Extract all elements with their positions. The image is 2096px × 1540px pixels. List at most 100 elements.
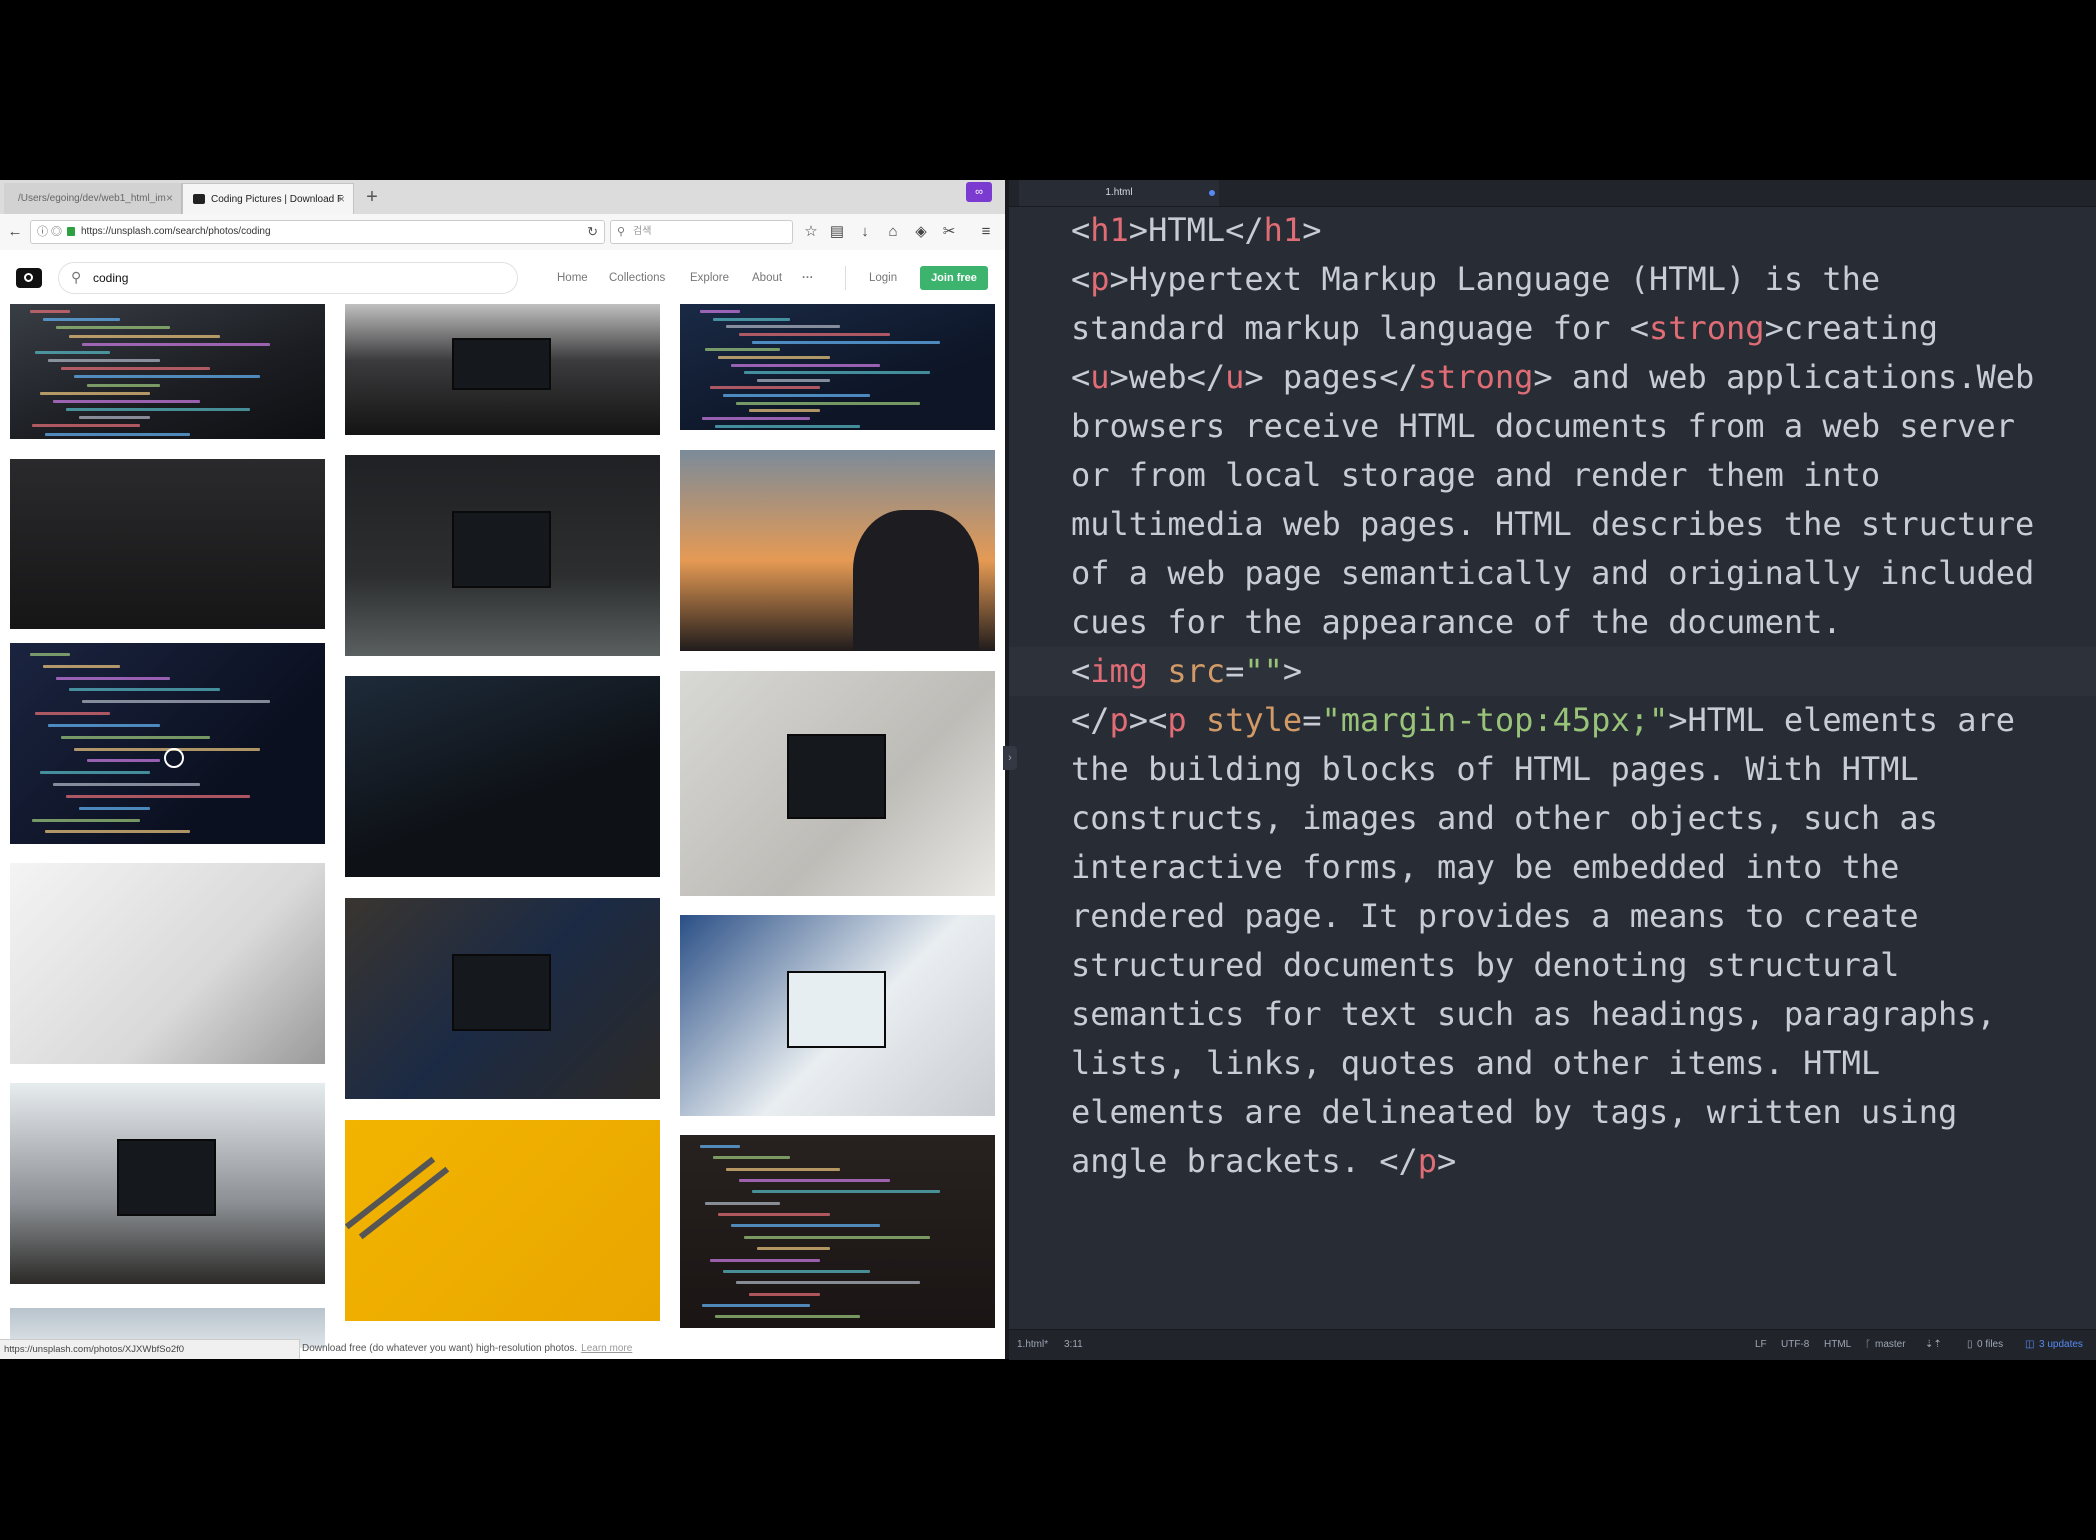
- reader-icon[interactable]: ▤: [826, 220, 848, 244]
- login-link[interactable]: Login: [869, 268, 897, 288]
- nav-explore[interactable]: Explore: [690, 268, 729, 288]
- photo-thumbnail[interactable]: [680, 450, 995, 651]
- menu-icon[interactable]: ≡: [975, 220, 997, 244]
- code-line[interactable]: </p><p style="margin-top:45px;">HTML ele…: [1071, 696, 2091, 745]
- code-line-decoration: [710, 1258, 820, 1262]
- code-line[interactable]: elements are delineated by tags, written…: [1071, 1088, 2091, 1137]
- photo-thumbnail[interactable]: [680, 671, 995, 896]
- editor-tab[interactable]: 1.html: [1019, 180, 1219, 206]
- editor-tab-bar: 1.html: [1009, 180, 2096, 207]
- status-file[interactable]: 1.html*: [1017, 1330, 1048, 1360]
- photo-thumbnail[interactable]: [345, 676, 660, 877]
- code-line-decoration: [56, 326, 170, 330]
- divider: [845, 266, 846, 290]
- code-line[interactable]: constructs, images and other objects, su…: [1071, 794, 2091, 843]
- photo-thumbnail[interactable]: [10, 304, 325, 439]
- unsplash-logo-icon[interactable]: [16, 268, 42, 288]
- code-line[interactable]: browsers receive HTML documents from a w…: [1071, 402, 2091, 451]
- status-cursor[interactable]: 3:11: [1064, 1330, 1083, 1360]
- info-icon[interactable]: ⓘ ◎: [37, 221, 62, 243]
- code-line[interactable]: standard markup language for <strong>cre…: [1071, 304, 2091, 353]
- status-grammar[interactable]: HTML: [1824, 1330, 1851, 1360]
- code-token: cues for the appearance of the document.: [1071, 603, 1842, 641]
- code-token: <: [1071, 211, 1091, 249]
- photo-thumbnail[interactable]: [345, 898, 660, 1099]
- code-line[interactable]: <img src="">: [1009, 647, 2096, 696]
- home-icon[interactable]: ⌂: [882, 220, 904, 244]
- search-placeholder: 검색: [633, 226, 652, 237]
- code-line[interactable]: semantics for text such as headings, par…: [1071, 990, 2091, 1039]
- nav-home[interactable]: Home: [557, 268, 588, 288]
- code-token: "margin-top:45px;": [1321, 701, 1669, 739]
- screen-decoration: [787, 971, 886, 1048]
- code-line[interactable]: multimedia web pages. HTML describes the…: [1071, 500, 2091, 549]
- code-line-decoration: [757, 378, 830, 382]
- photo-thumbnail[interactable]: [10, 1083, 325, 1284]
- back-arrow-icon[interactable]: ←: [4, 220, 26, 244]
- photo-thumbnail[interactable]: [345, 304, 660, 435]
- pocket-icon[interactable]: ◈: [910, 220, 932, 244]
- code-line-decoration: [723, 1269, 870, 1273]
- nav-collections[interactable]: Collections: [609, 268, 665, 288]
- photo-thumbnail[interactable]: [680, 1135, 995, 1328]
- status-updates[interactable]: 3 updates: [2039, 1330, 2083, 1360]
- photo-thumbnail[interactable]: [345, 455, 660, 656]
- status-branch[interactable]: master: [1875, 1330, 1906, 1360]
- nav-about[interactable]: About: [752, 268, 782, 288]
- code-line-decoration: [757, 1247, 830, 1251]
- chevron-right-icon[interactable]: ›: [1003, 746, 1017, 770]
- url-text[interactable]: https://unsplash.com/search/photos/codin…: [81, 221, 271, 243]
- code-line[interactable]: <u>web</u> pages</strong> and web applic…: [1071, 353, 2091, 402]
- photo-thumbnail[interactable]: [10, 863, 325, 1064]
- url-bar[interactable]: ⓘ ◎ https://unsplash.com/search/photos/c…: [30, 220, 605, 244]
- code-line[interactable]: of a web page semantically and originall…: [1071, 549, 2091, 598]
- code-line[interactable]: <h1>HTML</h1>: [1071, 206, 2091, 255]
- learn-more-link[interactable]: Learn more: [581, 1343, 632, 1354]
- fetch-icon[interactable]: ⇣⇡: [1925, 1330, 1942, 1360]
- close-icon[interactable]: ×: [338, 184, 345, 214]
- code-line[interactable]: rendered page. It provides a means to cr…: [1071, 892, 2091, 941]
- code-editor: 1.html <h1>HTML</h1> <p>Hypertext Markup …: [1009, 180, 2096, 1360]
- code-line[interactable]: structured documents by denoting structu…: [1071, 941, 2091, 990]
- code-token: strong: [1648, 309, 1765, 347]
- code-line[interactable]: the building blocks of HTML pages. With …: [1071, 745, 2091, 794]
- photo-thumbnail[interactable]: [345, 1120, 660, 1321]
- lock-icon: [67, 227, 75, 236]
- code-token: constructs, images and other objects, su…: [1071, 799, 1938, 837]
- code-line-decoration: [61, 735, 210, 739]
- code-line[interactable]: <p>Hypertext Markup Language (HTML) is t…: [1071, 255, 2091, 304]
- tab-unsplash[interactable]: Coding Pictures | Download F ×: [182, 183, 354, 214]
- search-value[interactable]: coding: [93, 263, 128, 293]
- code-token: =: [1225, 652, 1245, 690]
- status-line-ending[interactable]: LF: [1755, 1330, 1767, 1360]
- bookmark-star-icon[interactable]: ☆: [800, 220, 822, 244]
- code-line-decoration: [723, 394, 870, 398]
- code-line[interactable]: interactive forms, may be embedded into …: [1071, 843, 2091, 892]
- download-icon[interactable]: ↓: [854, 220, 876, 244]
- screenshot-icon[interactable]: ✂: [938, 220, 960, 244]
- code-line-decoration: [744, 1235, 930, 1239]
- new-tab-button[interactable]: +: [362, 185, 382, 209]
- close-icon[interactable]: ×: [166, 183, 173, 214]
- photo-thumbnail[interactable]: [10, 643, 325, 844]
- photo-search-input[interactable]: ⚲ coding: [58, 262, 518, 294]
- more-icon[interactable]: ···: [802, 268, 814, 288]
- photo-thumbnail[interactable]: [680, 915, 995, 1116]
- join-free-button[interactable]: Join free: [920, 266, 988, 290]
- tab-local-file[interactable]: /Users/egoing/dev/web1_html_im ×: [4, 183, 182, 214]
- code-line[interactable]: lists, links, quotes and other items. HT…: [1071, 1039, 2091, 1088]
- code-line[interactable]: or from local storage and render them in…: [1071, 451, 2091, 500]
- code-line[interactable]: angle brackets. </p>: [1071, 1137, 2091, 1186]
- code-area[interactable]: <h1>HTML</h1> <p>Hypertext Markup Languag…: [1009, 206, 2096, 1186]
- code-token: p: [1167, 701, 1187, 739]
- code-line-decoration: [752, 340, 940, 344]
- photo-thumbnail[interactable]: [10, 459, 325, 629]
- browser-search-field[interactable]: ⚲ 검색: [610, 220, 793, 244]
- status-files[interactable]: 0 files: [1977, 1330, 2003, 1360]
- code-line[interactable]: cues for the appearance of the document.: [1071, 598, 2091, 647]
- photo-thumbnail[interactable]: [680, 304, 995, 430]
- status-encoding[interactable]: UTF-8: [1781, 1330, 1809, 1360]
- reload-icon[interactable]: ↻: [587, 221, 598, 243]
- extension-icon[interactable]: ∞: [966, 182, 992, 202]
